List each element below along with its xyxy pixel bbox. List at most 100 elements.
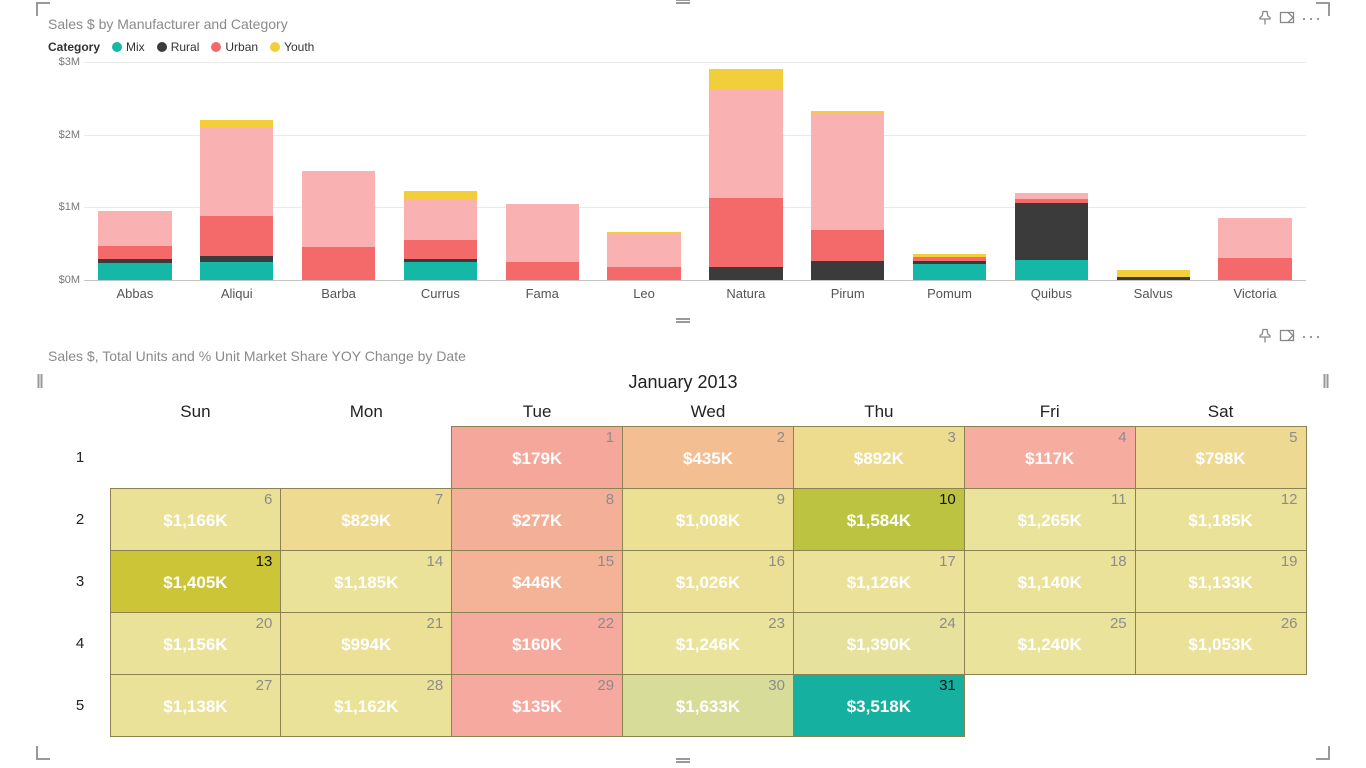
calendar-day-cell[interactable]: 8$277K: [451, 488, 623, 551]
calendar-day-cell[interactable]: 11$1,265K: [964, 488, 1136, 551]
bar-segment[interactable]: [200, 216, 273, 256]
calendar-day-cell[interactable]: 17$1,126K: [793, 550, 965, 613]
bar-stack[interactable]: [1015, 193, 1088, 280]
legend-item[interactable]: Mix: [112, 40, 145, 54]
legend-item[interactable]: Youth: [270, 40, 314, 54]
calendar-day-cell[interactable]: 6$1,166K: [110, 488, 282, 551]
calendar-day-number: 11: [1111, 491, 1127, 508]
calendar-day-cell[interactable]: 15$446K: [451, 550, 623, 613]
bar-stack[interactable]: [506, 204, 579, 280]
calendar-day-cell[interactable]: 19$1,133K: [1135, 550, 1307, 613]
calendar-day-cell[interactable]: 26$1,053K: [1135, 612, 1307, 675]
bar-segment[interactable]: [200, 262, 273, 280]
calendar-day-cell[interactable]: 3$892K: [793, 426, 965, 489]
bar-segment[interactable]: [506, 204, 579, 262]
calendar-day-cell[interactable]: 31$3,518K: [793, 674, 965, 737]
calendar-day-cell[interactable]: 2$435K: [622, 426, 794, 489]
bar-segment[interactable]: [98, 211, 171, 246]
calendar-day-cell[interactable]: 14$1,185K: [280, 550, 452, 613]
calendar-day-cell[interactable]: 28$1,162K: [280, 674, 452, 737]
bar-segment[interactable]: [811, 114, 884, 230]
calendar-day-number: 4: [1118, 429, 1126, 446]
x-label: Pomum: [899, 284, 1001, 306]
bar-segment[interactable]: [200, 120, 273, 127]
bar-stack[interactable]: [302, 171, 375, 280]
bar-stack[interactable]: [1117, 270, 1190, 280]
bar-segment[interactable]: [1015, 260, 1088, 280]
focus-mode-icon[interactable]: [1279, 10, 1295, 26]
bar-chart-visual[interactable]: ··· Sales $ by Manufacturer and Category…: [40, 6, 1326, 320]
calendar-day-cell[interactable]: 12$1,185K: [1135, 488, 1307, 551]
x-label: Victoria: [1204, 284, 1306, 306]
calendar-day-number: 9: [777, 491, 785, 508]
bar-segment[interactable]: [98, 246, 171, 259]
calendar-day-cell[interactable]: 27$1,138K: [110, 674, 282, 737]
bar-stack[interactable]: [811, 111, 884, 280]
calendar-day-number: 13: [256, 553, 273, 570]
bar-segment[interactable]: [302, 171, 375, 247]
legend-item[interactable]: Rural: [157, 40, 200, 54]
calendar-day-cell[interactable]: 13$1,405K: [110, 550, 282, 613]
calendar-day-cell[interactable]: 30$1,633K: [622, 674, 794, 737]
calendar-day-cell[interactable]: 1$179K: [451, 426, 623, 489]
bar-stack[interactable]: [200, 120, 273, 280]
chart-legend: Category MixRuralUrbanYouth: [48, 40, 314, 54]
calendar-day-cell[interactable]: 4$117K: [964, 426, 1136, 489]
calendar-day-cell[interactable]: 21$994K: [280, 612, 452, 675]
calendar-day-cell[interactable]: 5$798K: [1135, 426, 1307, 489]
calendar-day-cell[interactable]: 29$135K: [451, 674, 623, 737]
calendar-day-cell[interactable]: 23$1,246K: [622, 612, 794, 675]
calendar-day-value: $994K: [281, 635, 451, 655]
bar-segment[interactable]: [404, 240, 477, 259]
focus-mode-icon[interactable]: [1279, 328, 1295, 344]
calendar-day-cell[interactable]: 18$1,140K: [964, 550, 1136, 613]
bar-segment[interactable]: [1117, 277, 1190, 280]
pin-icon[interactable]: [1257, 328, 1273, 344]
report-selection-frame[interactable]: ··· Sales $ by Manufacturer and Category…: [40, 6, 1326, 756]
bar-segment[interactable]: [1218, 258, 1291, 280]
bar-segment[interactable]: [1218, 218, 1291, 259]
more-options-icon[interactable]: ···: [1301, 331, 1322, 341]
bar-segment[interactable]: [404, 262, 477, 280]
bar-stack[interactable]: [404, 191, 477, 280]
bar-segment[interactable]: [913, 264, 986, 280]
calendar-day-cell[interactable]: 7$829K: [280, 488, 452, 551]
bar-segment[interactable]: [1117, 270, 1190, 277]
bar-stack[interactable]: [1218, 218, 1291, 280]
bar-stack[interactable]: [607, 232, 680, 280]
bar-segment[interactable]: [404, 199, 477, 240]
bar-segment[interactable]: [1015, 203, 1088, 260]
calendar-day-value: $1,246K: [623, 635, 793, 655]
bar-stack[interactable]: [709, 69, 782, 280]
calendar-day-cell[interactable]: 25$1,240K: [964, 612, 1136, 675]
bar-segment[interactable]: [811, 261, 884, 280]
bar-segment[interactable]: [709, 69, 782, 91]
bar-segment[interactable]: [607, 234, 680, 267]
calendar-day-cell[interactable]: 10$1,584K: [793, 488, 965, 551]
bar-segment[interactable]: [98, 263, 171, 280]
bar-segment[interactable]: [709, 90, 782, 198]
resize-handle-bottom[interactable]: [676, 758, 690, 763]
pin-icon[interactable]: [1257, 10, 1273, 26]
calendar-visual[interactable]: ··· Sales $, Total Units and % Unit Mark…: [40, 326, 1326, 756]
bar-segment[interactable]: [506, 262, 579, 280]
more-options-icon[interactable]: ···: [1301, 13, 1322, 23]
calendar-day-cell[interactable]: 22$160K: [451, 612, 623, 675]
bar-stack[interactable]: [98, 211, 171, 280]
bar-segment[interactable]: [200, 127, 273, 216]
bar-segment[interactable]: [811, 230, 884, 261]
bar-stack[interactable]: [913, 254, 986, 280]
bar-segment[interactable]: [302, 247, 375, 280]
bar-segment[interactable]: [404, 191, 477, 200]
calendar-day-number: 25: [1110, 615, 1127, 632]
bar-segment[interactable]: [607, 267, 680, 280]
calendar-day-cell[interactable]: 20$1,156K: [110, 612, 282, 675]
calendar-day-cell[interactable]: 16$1,026K: [622, 550, 794, 613]
legend-item[interactable]: Urban: [211, 40, 258, 54]
resize-handle-top[interactable]: [676, 0, 690, 4]
bar-segment[interactable]: [709, 267, 782, 280]
bar-segment[interactable]: [709, 198, 782, 267]
calendar-day-cell[interactable]: 9$1,008K: [622, 488, 794, 551]
calendar-day-cell[interactable]: 24$1,390K: [793, 612, 965, 675]
calendar-day-value: $1,185K: [1136, 511, 1306, 531]
